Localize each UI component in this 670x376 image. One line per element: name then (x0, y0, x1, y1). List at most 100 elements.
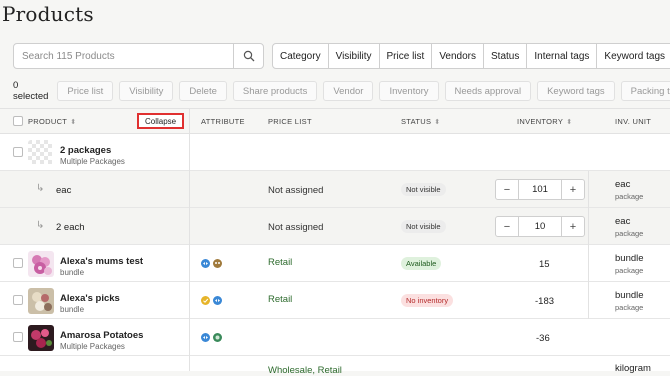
vendor-action[interactable]: Vendor (323, 81, 374, 101)
attribute-icon-blue (201, 259, 210, 268)
plus-icon[interactable]: + (561, 179, 585, 200)
table-row[interactable]: Alexa's picks bundle Retail No inventory… (0, 282, 670, 319)
filter-category[interactable]: Category (272, 43, 329, 69)
table-row[interactable]: ↳ 2 each Not assigned Not visible − 10 +… (0, 208, 670, 245)
keyword-tags-action[interactable]: Keyword tags (537, 81, 615, 101)
sort-icon: ⬍ (566, 119, 573, 126)
row-checkbox[interactable] (13, 332, 23, 342)
search-button[interactable] (233, 44, 263, 68)
product-subtitle: Multiple Packages (60, 157, 125, 166)
product-subtitle: bundle (60, 268, 85, 277)
unit-subtitle: package (615, 266, 644, 275)
filter-vendors[interactable]: Vendors (431, 43, 485, 69)
attribute-icon-yellow (201, 296, 210, 305)
product-subtitle: bundle (60, 305, 85, 314)
price-list-value: Not assigned (268, 185, 324, 196)
attribute-icons (201, 296, 222, 305)
inventory-value: 15 (539, 259, 550, 270)
header-product[interactable]: PRODUCT ⬍ (28, 117, 76, 126)
product-name[interactable]: 2 packages (60, 145, 111, 156)
product-thumbnail (28, 325, 54, 351)
table-row[interactable]: Wholesale, Retail kilogram (0, 356, 670, 376)
inventory-value[interactable]: 10 (519, 216, 561, 237)
filter-price-list[interactable]: Price list (378, 43, 433, 69)
inventory-action[interactable]: Inventory (379, 81, 439, 101)
filter-visibility[interactable]: Visibility (327, 43, 380, 69)
attribute-icon-blue (201, 333, 210, 342)
inventory-stepper: − 10 + (495, 216, 585, 237)
sort-icon: ⬍ (70, 119, 77, 126)
inventory-value[interactable]: 101 (519, 179, 561, 200)
filter-status[interactable]: Status (483, 43, 528, 69)
select-all-checkbox[interactable] (13, 116, 23, 126)
sort-icon: ⬍ (434, 119, 441, 126)
inventory-stepper: − 101 + (495, 179, 585, 200)
share-products-action[interactable]: Share products (232, 81, 318, 101)
price-list-value: Retail (268, 294, 293, 305)
selected-count: 0 selected (13, 80, 49, 102)
visibility-action[interactable]: Visibility (119, 81, 174, 101)
table-row[interactable]: 2 packages Multiple Packages (0, 134, 670, 171)
attribute-icon-brown (213, 259, 222, 268)
filter-keyword-tags[interactable]: Keyword tags (596, 43, 670, 69)
header-inventory[interactable]: INVENTORY ⬍ (517, 117, 572, 126)
page-title: Products (2, 2, 94, 26)
row-checkbox[interactable] (13, 147, 23, 157)
header-price-list: PRICE LIST (268, 117, 312, 126)
header-attribute: ATTRIBUTE (201, 117, 245, 126)
inventory-value: -36 (536, 333, 550, 344)
minus-icon[interactable]: − (495, 216, 519, 237)
attribute-icon-blue (213, 296, 222, 305)
collapse-button[interactable]: Collapse (137, 113, 185, 129)
unit-value: eac (615, 179, 631, 190)
table-header: PRODUCT ⬍ Collapse ATTRIBUTE PRICE LIST S… (0, 108, 670, 134)
header-inv-unit: INV. UNIT (615, 117, 652, 126)
unit-value: kilogram (615, 363, 651, 374)
price-list-action[interactable]: Price list (57, 81, 114, 101)
product-name[interactable]: Alexa's picks (60, 293, 120, 304)
filter-internal-tags[interactable]: Internal tags (526, 43, 598, 69)
price-list-value: Retail (268, 257, 293, 268)
unit-value: bundle (615, 290, 644, 301)
search-box (13, 43, 264, 69)
unit-value: bundle (615, 253, 644, 264)
bulk-action-bar: 0 selected Price list Visibility Delete … (0, 80, 670, 102)
status-badge: Not visible (401, 183, 446, 196)
inventory-value: -183 (535, 296, 555, 307)
table-row[interactable]: Amarosa Potatoes Multiple Packages -36 (0, 319, 670, 356)
subdirectory-arrow-icon: ↳ (36, 220, 45, 231)
row-checkbox[interactable] (13, 258, 23, 268)
search-icon (243, 50, 254, 62)
unit-subtitle: package (615, 303, 644, 312)
attribute-icons (201, 259, 222, 268)
table-row[interactable]: ↳ eac Not assigned Not visible − 101 + e… (0, 171, 670, 208)
needs-approval-action[interactable]: Needs approval (444, 81, 532, 101)
minus-icon[interactable]: − (495, 179, 519, 200)
plus-icon[interactable]: + (561, 216, 585, 237)
price-list-value: Not assigned (268, 222, 324, 233)
attribute-icons (201, 333, 222, 342)
filter-bar: Category Visibility Price list Vendors S… (272, 43, 670, 69)
table-row[interactable]: Alexa's mums test bundle Retail Availabl… (0, 245, 670, 282)
product-thumbnail-placeholder (28, 140, 54, 166)
status-badge: Available (401, 257, 442, 270)
product-thumbnail (28, 251, 54, 277)
product-subtitle: Multiple Packages (60, 342, 125, 351)
packing-tags-action[interactable]: Packing tags (620, 81, 670, 101)
unit-subtitle: package (615, 192, 644, 201)
header-status[interactable]: STATUS ⬍ (401, 117, 440, 126)
product-name[interactable]: Alexa's mums test (60, 256, 143, 267)
unit-subtitle: package (615, 229, 644, 238)
variant-name: 2 each (56, 222, 85, 233)
variant-name: eac (56, 185, 72, 196)
subdirectory-arrow-icon: ↳ (36, 183, 45, 194)
delete-action[interactable]: Delete (179, 81, 227, 101)
search-input[interactable] (14, 44, 234, 68)
product-name[interactable]: Amarosa Potatoes (60, 330, 143, 341)
column-divider (189, 108, 190, 371)
status-badge: Not visible (401, 220, 446, 233)
product-thumbnail (28, 288, 54, 314)
unit-value: eac (615, 216, 631, 227)
row-checkbox[interactable] (13, 295, 23, 305)
status-badge: No inventory (401, 294, 454, 307)
